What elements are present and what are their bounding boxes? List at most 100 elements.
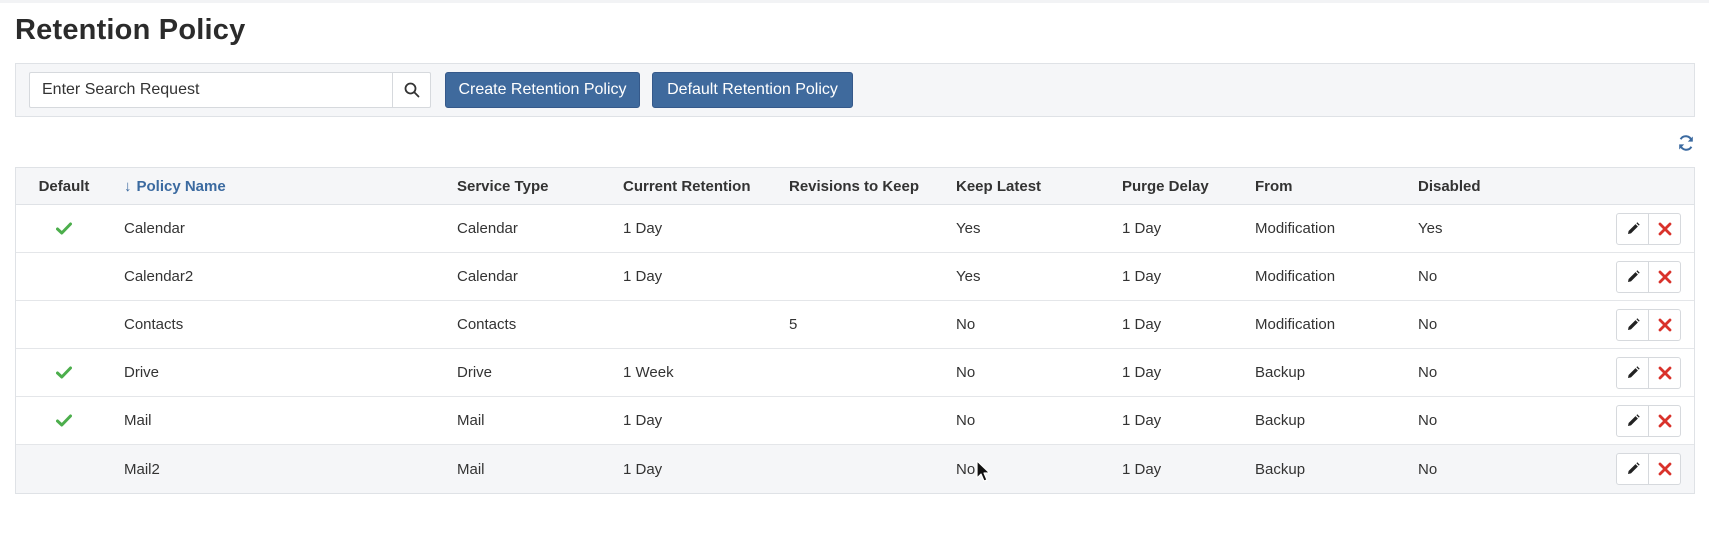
column-header-purge-delay[interactable]: Purge Delay xyxy=(1122,168,1209,204)
refresh-icon[interactable] xyxy=(1677,134,1695,152)
cell-from: Modification xyxy=(1255,268,1336,285)
pencil-icon xyxy=(1627,414,1640,426)
table-row[interactable]: Mail2 Mail 1 Day No 1 Day Backup No xyxy=(16,445,1694,493)
cell-policy-name: Calendar2 xyxy=(124,268,194,285)
edit-button[interactable] xyxy=(1617,406,1648,436)
cell-keep-latest: Yes xyxy=(956,268,981,285)
table-body: Calendar Calendar 1 Day Yes 1 Day Modificatio… xyxy=(16,205,1694,493)
cell-current-retention: 1 Week xyxy=(623,364,674,381)
table-row[interactable]: Calendar Calendar 1 Day Yes 1 Day Modificatio… xyxy=(16,205,1694,253)
cell-policy-name: Calendar xyxy=(124,220,185,237)
cell-default xyxy=(16,349,112,396)
cell-disabled: Yes xyxy=(1418,220,1443,237)
close-icon xyxy=(1658,462,1672,476)
column-header-policy-name[interactable]: ↓ Policy Name xyxy=(124,168,226,204)
cell-purge-delay: 1 Day xyxy=(1122,460,1162,478)
table-row[interactable]: Contacts Contacts 5 No 1 Day Modification No xyxy=(16,301,1694,349)
cell-default xyxy=(16,301,112,348)
delete-button[interactable] xyxy=(1648,262,1680,292)
cell-from: Backup xyxy=(1255,412,1306,429)
toolbar: Create Retention Policy Default Retentio… xyxy=(15,63,1695,117)
search-input[interactable] xyxy=(30,73,392,107)
cell-current-retention: 1 Day xyxy=(623,220,663,237)
edit-button[interactable] xyxy=(1617,310,1648,340)
cell-default xyxy=(16,445,112,493)
cell-purge-delay: 1 Day xyxy=(1122,364,1162,381)
cell-disabled: No xyxy=(1418,268,1438,285)
close-icon xyxy=(1658,222,1672,236)
column-header-label: Policy Name xyxy=(136,177,226,195)
pencil-icon xyxy=(1627,318,1640,330)
row-actions xyxy=(1616,357,1681,389)
cell-keep-latest: No xyxy=(956,412,976,429)
delete-button[interactable] xyxy=(1648,358,1680,388)
search-box xyxy=(29,72,431,108)
cell-from: Modification xyxy=(1255,220,1336,237)
column-header-keep-latest[interactable]: Keep Latest xyxy=(956,168,1041,204)
cell-keep-latest: No xyxy=(956,316,976,333)
cell-current-retention: 1 Day xyxy=(623,268,663,285)
cell-from: Backup xyxy=(1255,364,1306,381)
search-icon xyxy=(404,82,419,98)
row-actions xyxy=(1616,261,1681,293)
checkmark-icon xyxy=(56,366,72,379)
delete-button[interactable] xyxy=(1648,406,1680,436)
table-row[interactable]: Mail Mail 1 Day No 1 Day Backup No xyxy=(16,397,1694,445)
row-actions xyxy=(1616,213,1681,245)
delete-button[interactable] xyxy=(1648,214,1680,244)
default-retention-policy-button[interactable]: Default Retention Policy xyxy=(652,72,853,108)
table-row[interactable]: Calendar2 Calendar 1 Day Yes 1 Day Modificati… xyxy=(16,253,1694,301)
table-row[interactable]: Drive Drive 1 Week No 1 Day Backup No xyxy=(16,349,1694,397)
column-header-from[interactable]: From xyxy=(1255,168,1293,204)
edit-button[interactable] xyxy=(1617,454,1648,484)
cell-keep-latest: Yes xyxy=(956,220,981,237)
cell-default xyxy=(16,253,112,300)
cell-keep-latest: No xyxy=(956,364,976,381)
close-icon xyxy=(1658,366,1672,380)
delete-button[interactable] xyxy=(1648,454,1680,484)
pencil-icon xyxy=(1627,270,1640,282)
edit-button[interactable] xyxy=(1617,214,1648,244)
cell-policy-name: Mail xyxy=(124,412,152,429)
create-retention-policy-button[interactable]: Create Retention Policy xyxy=(445,72,640,108)
delete-button[interactable] xyxy=(1648,310,1680,340)
cell-service-type: Mail xyxy=(457,412,485,429)
cell-current-retention: 1 Day xyxy=(623,412,663,429)
column-header-default[interactable]: Default xyxy=(16,168,112,204)
column-header-disabled[interactable]: Disabled xyxy=(1418,168,1481,204)
pencil-icon xyxy=(1627,366,1640,378)
edit-button[interactable] xyxy=(1617,262,1648,292)
cell-service-type: Drive xyxy=(457,364,493,381)
column-header-current-retention[interactable]: Current Retention xyxy=(623,168,751,204)
cell-purge-delay: 1 Day xyxy=(1122,268,1162,285)
pencil-icon xyxy=(1627,462,1640,474)
pencil-icon xyxy=(1627,222,1640,234)
cell-service-type: Contacts xyxy=(457,316,517,333)
cell-disabled: No xyxy=(1418,316,1438,333)
cell-current-retention: 1 Day xyxy=(623,460,663,478)
cell-revisions-to-keep: 5 xyxy=(789,316,798,333)
sort-down-icon: ↓ xyxy=(124,177,132,195)
cell-disabled: No xyxy=(1418,412,1438,429)
search-button[interactable] xyxy=(392,73,430,107)
table-header: Default ↓ Policy Name Service Type Curre… xyxy=(16,168,1694,205)
cell-default xyxy=(16,205,112,252)
cell-disabled: No xyxy=(1418,460,1438,478)
checkmark-icon xyxy=(56,414,72,427)
cell-from: Modification xyxy=(1255,316,1336,333)
edit-button[interactable] xyxy=(1617,358,1648,388)
cell-disabled: No xyxy=(1418,364,1438,381)
cell-purge-delay: 1 Day xyxy=(1122,220,1162,237)
column-header-revisions-to-keep[interactable]: Revisions to Keep xyxy=(789,168,919,204)
column-header-service-type[interactable]: Service Type xyxy=(457,168,548,204)
close-icon xyxy=(1658,318,1672,332)
row-actions xyxy=(1616,453,1681,485)
cell-policy-name: Mail2 xyxy=(124,460,160,478)
cell-policy-name: Contacts xyxy=(124,316,184,333)
cell-keep-latest: No xyxy=(956,460,976,478)
cell-purge-delay: 1 Day xyxy=(1122,316,1162,333)
top-divider xyxy=(0,0,1709,3)
cell-policy-name: Drive xyxy=(124,364,160,381)
retention-policy-table: Default ↓ Policy Name Service Type Curre… xyxy=(15,167,1695,494)
cell-service-type: Calendar xyxy=(457,220,518,237)
